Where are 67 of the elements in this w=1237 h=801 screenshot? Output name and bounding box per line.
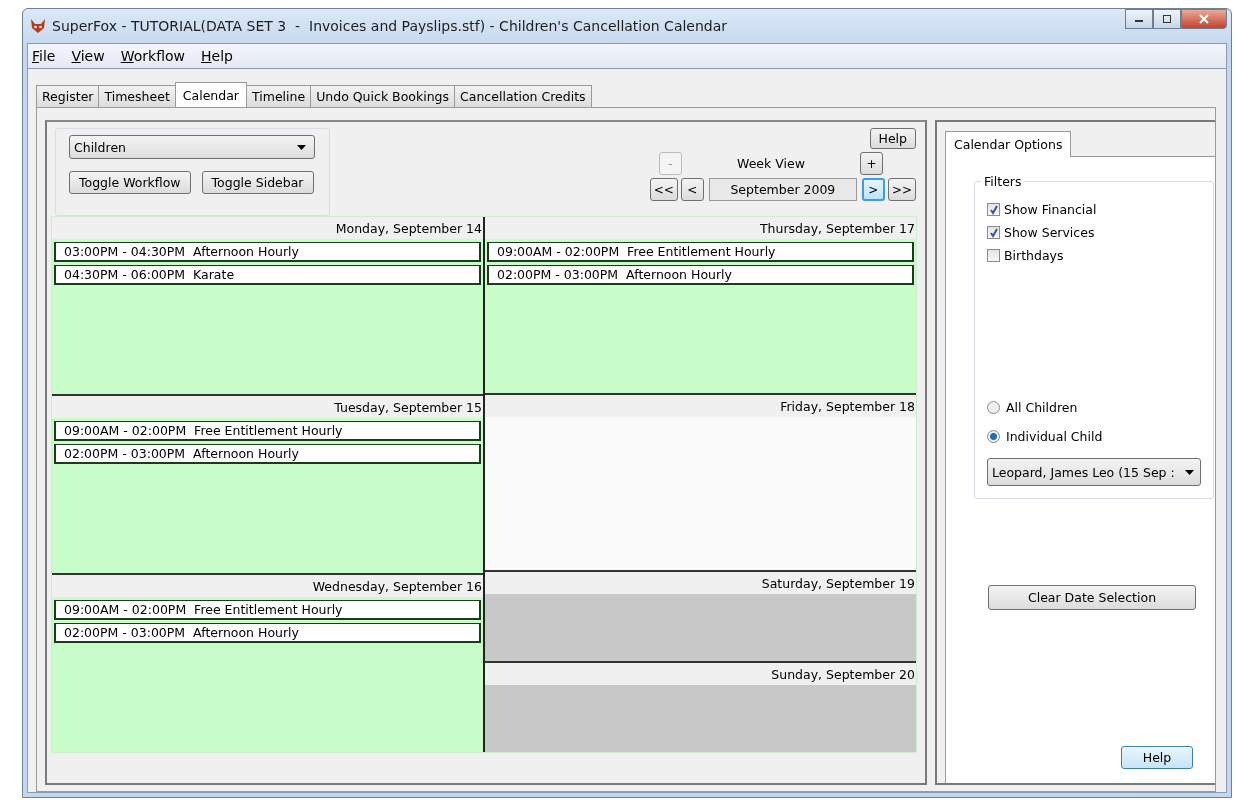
radio-button[interactable] — [987, 401, 1000, 414]
navigation-button[interactable]: > — [861, 178, 885, 201]
clear-selection-button[interactable]: Clear Date Selection — [988, 585, 1196, 610]
day-cell[interactable]: Sunday, September 20 — [485, 663, 916, 752]
minimize-button[interactable] — [1125, 9, 1153, 29]
zoom-in-button[interactable]: + — [860, 152, 883, 175]
day-cell[interactable]: Friday, September 18 — [485, 394, 916, 573]
close-icon — [1199, 14, 1209, 24]
booking-entry[interactable]: 03:00PM - 04:30PM Afternoon Hourly — [54, 242, 481, 262]
child-dropdown[interactable]: Leopard, James Leo (15 Sep : — [987, 458, 1201, 486]
tab[interactable]: Cancellation Credits — [454, 85, 592, 107]
day-heading: Sunday, September 20 — [485, 663, 916, 686]
checkbox[interactable] — [987, 203, 1000, 216]
day-heading: Saturday, September 19 — [485, 572, 916, 595]
day-cell[interactable]: Tuesday, September 15 09:00AM - 02:00PM Free Entitlement Hourly 02:00PM - 03:00PM Afternoon Hourly — [52, 396, 483, 575]
checkbox[interactable] — [987, 249, 1000, 262]
menu-item[interactable]: Workflow — [120, 48, 185, 64]
checkbox-label: Show Financial — [1004, 202, 1097, 217]
day-cell[interactable]: Monday, September 14 03:00PM - 04:30PM Afternoon Hourly 04:30PM - 06:00PM Karate — [52, 217, 483, 396]
booking-entry[interactable]: 09:00AM - 02:00PM Free Entitlement Hourly — [54, 421, 481, 441]
group-title: Filters — [981, 174, 1025, 189]
help-button[interactable]: Help — [1121, 746, 1193, 769]
day-cell[interactable]: Thursday, September 17 09:00AM - 02:00PM Free Entitlement Hourly 02:00PM - 03:00PM Afternoon Hourly — [485, 217, 916, 395]
booking-entry[interactable]: 09:00AM - 02:00PM Free Entitlement Hourly — [54, 600, 481, 620]
tab[interactable]: Timeline — [246, 85, 312, 107]
radio-label: All Children — [1006, 400, 1078, 415]
tab[interactable]: Calendar — [174, 82, 247, 107]
tab[interactable]: Register — [36, 85, 100, 107]
day-heading: Wednesday, September 16 — [52, 575, 483, 597]
fox-icon — [29, 17, 47, 35]
day-heading: Tuesday, September 15 — [52, 396, 483, 418]
menu-item[interactable]: Help — [201, 48, 233, 64]
maximize-button[interactable] — [1153, 9, 1181, 29]
booking-entry[interactable]: 02:00PM - 03:00PM Afternoon Hourly — [487, 265, 914, 285]
day-heading: Monday, September 14 — [52, 217, 483, 239]
checkbox[interactable] — [987, 226, 1000, 239]
day-heading: Friday, September 18 — [485, 394, 916, 417]
help-button[interactable]: Help — [869, 128, 916, 149]
toggle-button[interactable]: Toggle Workflow — [69, 171, 191, 194]
menu-item[interactable]: File — [32, 48, 56, 64]
navigation-button[interactable]: < — [680, 178, 704, 201]
dropdown-arrow-icon — [297, 144, 306, 150]
close-button[interactable] — [1181, 9, 1227, 29]
checkbox-label: Show Services — [1004, 225, 1095, 240]
navigation-button[interactable]: >> — [887, 178, 916, 201]
day-cell[interactable]: Saturday, September 19 — [485, 572, 916, 664]
tab[interactable]: Timesheet — [98, 85, 176, 107]
radio-button[interactable] — [987, 430, 1000, 443]
tab[interactable]: Undo Quick Bookings — [310, 85, 456, 107]
radio-label: Individual Child — [1006, 429, 1103, 444]
menu-item[interactable]: View — [71, 48, 105, 64]
window-title: SuperFox - TUTORIAL(DATA SET 3 - Invoices and Payslips.stf) - Children's Cancellation Calendar — [52, 18, 728, 34]
navigation-button[interactable]: << — [649, 178, 678, 201]
dropdown-arrow-icon — [1185, 469, 1194, 475]
booking-entry[interactable]: 09:00AM - 02:00PM Free Entitlement Hourly — [487, 242, 914, 262]
tab[interactable]: Calendar Options — [945, 131, 1072, 157]
maximize-icon — [1162, 15, 1172, 23]
booking-entry[interactable]: 02:00PM - 03:00PM Afternoon Hourly — [54, 444, 481, 464]
period-field: September 2009 — [708, 178, 857, 201]
day-cell[interactable]: Wednesday, September 16 09:00AM - 02:00PM Free Entitlement Hourly 02:00PM - 03:00PM Afternoon Hourly — [52, 575, 483, 752]
mode-dropdown[interactable]: Children — [69, 135, 315, 159]
day-heading: Thursday, September 17 — [485, 217, 916, 239]
checkbox-label: Birthdays — [1004, 248, 1064, 263]
toggle-button[interactable]: Toggle Sidebar — [201, 171, 314, 194]
booking-entry[interactable]: 02:00PM - 03:00PM Afternoon Hourly — [54, 623, 481, 643]
view-label: Week View — [736, 156, 806, 171]
booking-entry[interactable]: 04:30PM - 06:00PM Karate — [54, 265, 481, 285]
